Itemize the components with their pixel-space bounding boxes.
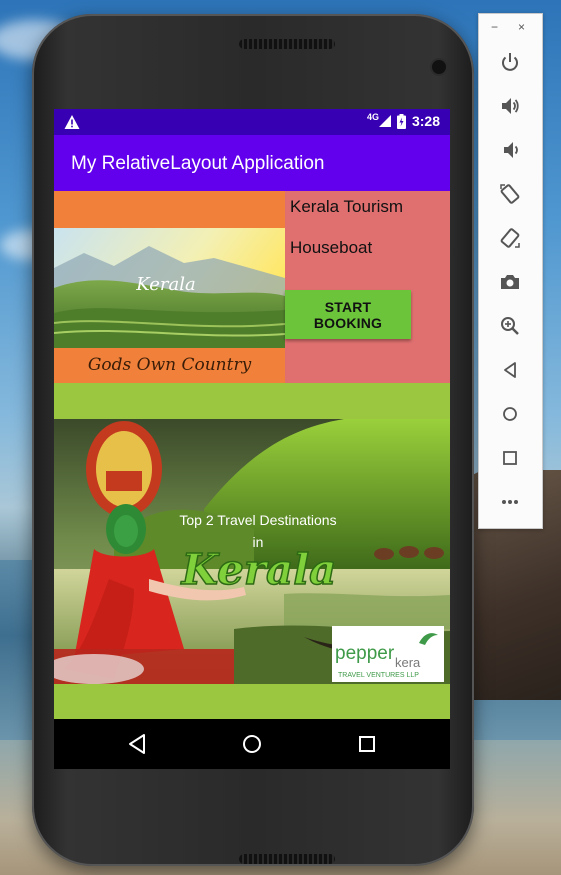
banner-kerala-word: Kerala bbox=[181, 545, 337, 594]
back-triangle-icon[interactable] bbox=[125, 732, 149, 756]
volume-up-icon[interactable] bbox=[499, 95, 521, 117]
app-title: My RelativeLayout Application bbox=[71, 153, 325, 174]
close-button[interactable]: × bbox=[518, 20, 525, 34]
kerala-tourism-text: Kerala Tourism bbox=[290, 197, 404, 216]
kerala-image-card: Kerala Gods Own Country bbox=[54, 191, 285, 383]
tourism-info-panel: Kerala Tourism Houseboat START BOOKING bbox=[285, 191, 450, 383]
emulator-control-panel: − × bbox=[478, 13, 543, 529]
power-icon[interactable] bbox=[499, 51, 521, 73]
bottom-speaker bbox=[239, 854, 335, 864]
status-indicators: 4G 3:28 bbox=[366, 112, 440, 129]
rotate-left-icon[interactable] bbox=[499, 183, 521, 205]
warning-icon bbox=[64, 115, 80, 129]
volume-down-icon[interactable] bbox=[499, 139, 521, 161]
app-bar: My RelativeLayout Application bbox=[54, 135, 450, 191]
logo-kera: kera bbox=[395, 655, 421, 670]
recents-square-icon[interactable] bbox=[355, 732, 379, 756]
pepper-kera-logo: pepper kera TRAVEL VENTURES LLP bbox=[332, 626, 444, 682]
camera-icon[interactable] bbox=[499, 271, 521, 293]
start-booking-button[interactable]: START BOOKING bbox=[285, 290, 411, 339]
rotate-right-icon[interactable] bbox=[499, 227, 521, 249]
logo-pepper: pepper bbox=[335, 643, 395, 664]
logo-subtitle: TRAVEL VENTURES LLP bbox=[338, 672, 419, 679]
gods-own-country-caption: Gods Own Country bbox=[87, 355, 252, 375]
elephants bbox=[374, 546, 444, 560]
home-circle-icon[interactable] bbox=[240, 732, 264, 756]
zoom-icon[interactable] bbox=[499, 315, 521, 337]
back-icon[interactable] bbox=[499, 359, 521, 381]
travel-destinations-banner: Top 2 Travel Destinations in Kerala pepp… bbox=[54, 419, 450, 684]
clock: 3:28 bbox=[411, 113, 440, 129]
phone-screen: 4G 3:28 My RelativeLayout Application Ke… bbox=[54, 109, 450, 769]
status-bar: 4G 3:28 bbox=[54, 109, 450, 135]
battery-icon bbox=[396, 113, 406, 129]
minimize-button[interactable]: − bbox=[491, 20, 498, 34]
home-icon[interactable] bbox=[499, 403, 521, 425]
houseboat-text: Houseboat bbox=[290, 238, 373, 257]
front-camera bbox=[432, 60, 446, 74]
kerala-image-word: Kerala bbox=[135, 274, 195, 295]
signal-icon bbox=[378, 115, 391, 127]
navigation-bar bbox=[54, 719, 450, 769]
more-icon[interactable] bbox=[499, 491, 521, 513]
kerala-landscape-image: Kerala bbox=[54, 228, 285, 348]
banner-headline: Top 2 Travel Destinations bbox=[179, 512, 336, 528]
top-speaker bbox=[239, 39, 335, 49]
overview-icon[interactable] bbox=[499, 447, 521, 469]
relative-layout-content: Kerala Gods Own Country Kerala Tourism H… bbox=[54, 191, 450, 719]
network-type: 4G bbox=[366, 112, 379, 122]
